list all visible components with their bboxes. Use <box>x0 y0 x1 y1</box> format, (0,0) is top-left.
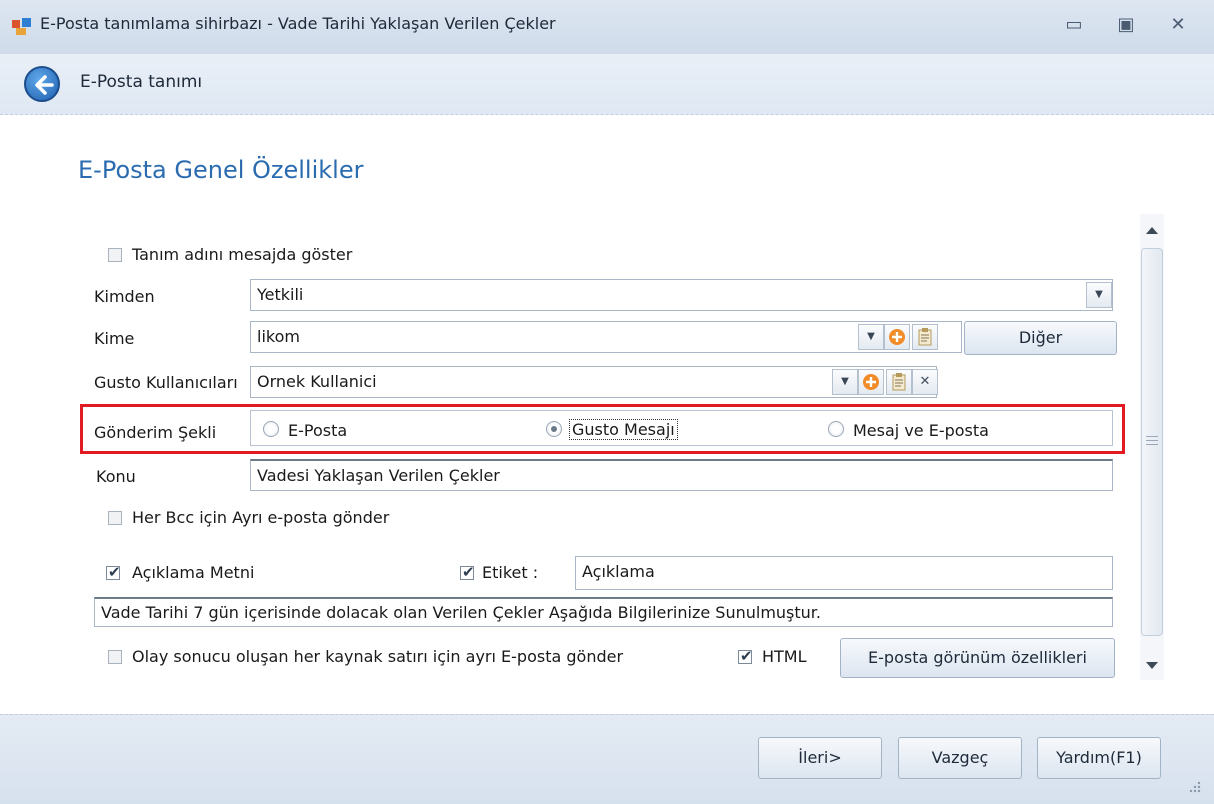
clear-icon: ✕ <box>919 374 931 389</box>
grip-icon <box>1146 435 1158 445</box>
radio-gusto-mesaji[interactable] <box>546 421 562 437</box>
per-row-checkbox[interactable] <box>108 650 122 664</box>
maximize-button[interactable]: ▣ <box>1112 12 1140 38</box>
diger-button[interactable]: Diğer <box>964 321 1117 355</box>
kimden-dropdown-button[interactable]: ▼ <box>1086 282 1112 308</box>
clipboard-icon <box>918 328 932 346</box>
kime-label: Kime <box>94 329 135 348</box>
checkmark-icon: ✔ <box>740 647 753 665</box>
show-name-checkbox[interactable] <box>108 248 122 262</box>
send-type-label: Gönderim Şekli <box>94 423 217 442</box>
tag-label: Etiket : <box>482 563 539 582</box>
wizard-header: E-Posta tanımı <box>0 54 1214 115</box>
resize-grip-icon[interactable] <box>1186 779 1202 795</box>
kime-value: likom <box>257 327 300 346</box>
tag-field[interactable]: Açıklama <box>575 556 1113 590</box>
gusto-users-dropdown-button[interactable]: ▼ <box>832 369 858 395</box>
wizard-footer: İleri> Vazgeç Yardım(F1) <box>0 714 1214 804</box>
gusto-users-list-button[interactable] <box>886 369 912 395</box>
html-label: HTML <box>762 647 807 666</box>
window-title: E-Posta tanımlama sihirbazı - Vade Tarih… <box>40 14 556 33</box>
cancel-button[interactable]: Vazgeç <box>898 737 1022 779</box>
minimize-button[interactable]: ▭ <box>1060 12 1088 38</box>
bcc-label: Her Bcc için Ayrı e-posta gönder <box>132 508 390 527</box>
gusto-users-label: Gusto Kullanıcıları <box>94 373 238 392</box>
clipboard-icon <box>892 373 906 391</box>
radio-eposta[interactable] <box>263 421 279 437</box>
section-title: E-Posta Genel Özellikler <box>78 156 364 184</box>
tag-value: Açıklama <box>582 562 655 581</box>
gusto-users-value: Ornek Kullanici <box>257 372 377 391</box>
help-button[interactable]: Yardım(F1) <box>1037 737 1161 779</box>
kime-list-button[interactable] <box>912 324 938 350</box>
radio-mesaj-eposta-label: Mesaj ve E-posta <box>853 421 989 440</box>
close-button[interactable]: ✕ <box>1164 12 1192 38</box>
header-title: E-Posta tanımı <box>80 72 203 92</box>
kimden-label: Kimden <box>94 287 155 306</box>
bcc-checkbox[interactable] <box>108 511 122 525</box>
radio-mesaj-eposta[interactable] <box>828 421 844 437</box>
show-name-label: Tanım adını mesajda göster <box>132 245 353 264</box>
arrow-left-icon <box>35 75 54 95</box>
html-checkbox[interactable]: ✔ <box>738 647 753 665</box>
radio-eposta-label: E-Posta <box>288 421 348 440</box>
kime-field[interactable]: likom <box>250 321 962 353</box>
kime-dropdown-button[interactable]: ▼ <box>858 324 884 350</box>
radio-gusto-mesaji-label: Gusto Mesajı <box>569 419 678 440</box>
checkmark-icon: ✔ <box>462 563 475 581</box>
message-field[interactable]: Vade Tarihi 7 gün içerisinde dolacak ola… <box>94 597 1113 627</box>
per-row-label: Olay sonucu oluşan her kaynak satırı içi… <box>132 647 624 666</box>
scroll-up-icon[interactable] <box>1144 224 1160 236</box>
app-icon <box>12 18 31 35</box>
add-user-icon <box>863 374 879 390</box>
konu-value: Vadesi Yaklaşan Verilen Çekler <box>257 466 500 485</box>
kimden-field[interactable]: Yetkili <box>250 279 1113 311</box>
add-contact-icon <box>889 329 905 345</box>
checkmark-icon: ✔ <box>108 563 121 581</box>
kime-add-button[interactable] <box>884 324 910 350</box>
scroll-down-icon[interactable] <box>1144 660 1160 672</box>
tag-checkbox[interactable]: ✔ <box>460 563 475 581</box>
gusto-users-clear-button[interactable]: ✕ <box>912 369 938 395</box>
desc-text-checkbox[interactable]: ✔ <box>106 563 121 581</box>
konu-label: Konu <box>96 467 136 486</box>
konu-field[interactable]: Vadesi Yaklaşan Verilen Çekler <box>250 459 1113 491</box>
next-button[interactable]: İleri> <box>758 737 882 779</box>
view-properties-button[interactable]: E-posta görünüm özellikleri <box>840 638 1115 678</box>
message-value: Vade Tarihi 7 gün içerisinde dolacak ola… <box>101 603 821 622</box>
back-button[interactable] <box>24 66 60 102</box>
kimden-value: Yetkili <box>257 285 304 304</box>
window-titlebar: E-Posta tanımlama sihirbazı - Vade Tarih… <box>0 0 1214 55</box>
gusto-users-add-button[interactable] <box>858 369 884 395</box>
desc-text-label: Açıklama Metni <box>132 563 255 582</box>
